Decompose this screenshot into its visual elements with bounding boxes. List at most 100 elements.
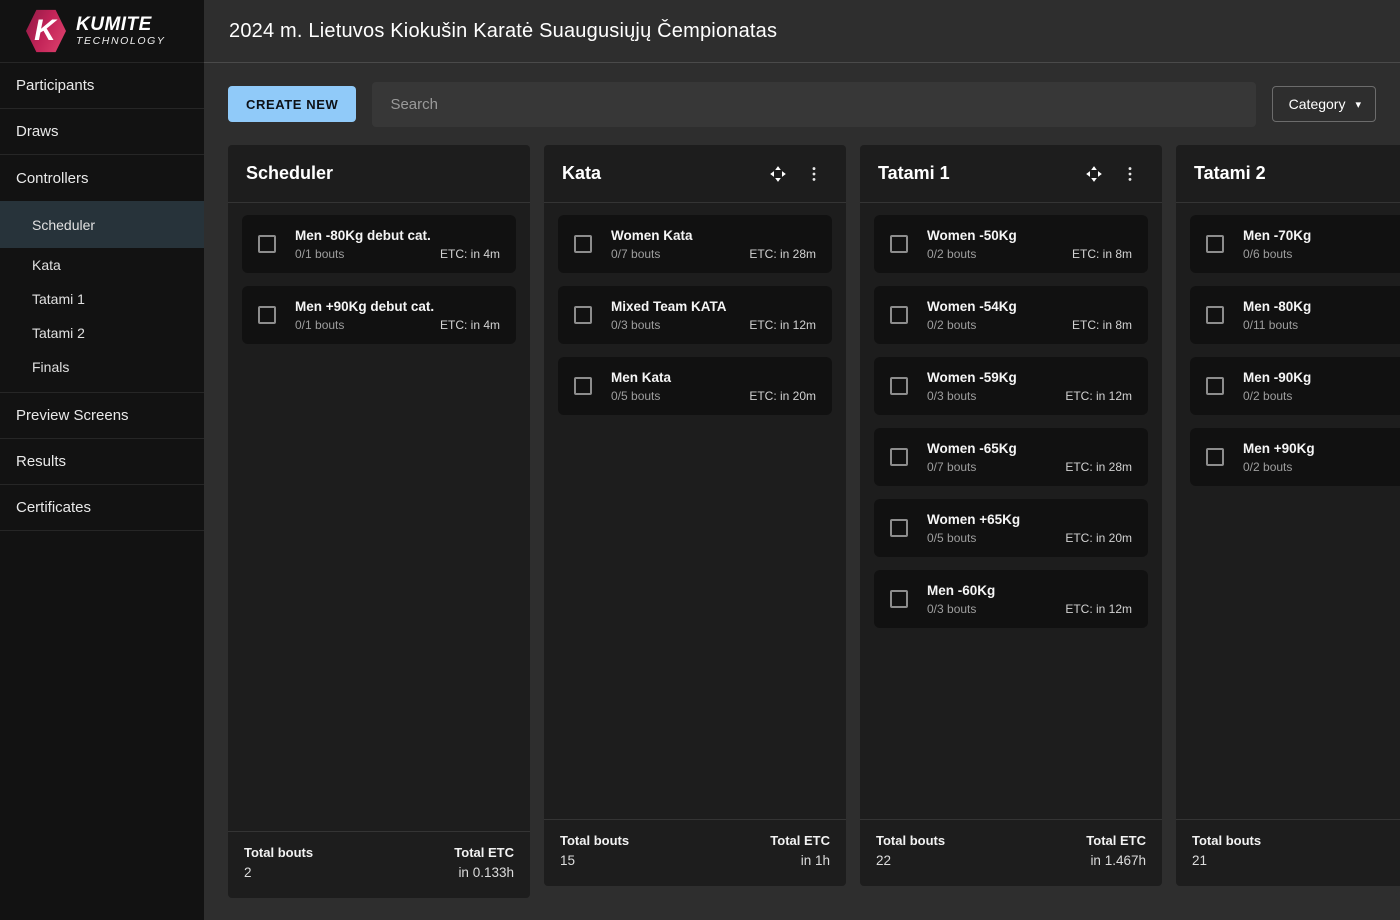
card-checkbox[interactable] — [890, 377, 908, 395]
category-card[interactable]: Women +65Kg 0/5 bouts ETC: in 20m — [874, 499, 1148, 557]
main-area: 2024 m. Lietuvos Kiokušin Karatė Suaugus… — [204, 0, 1400, 920]
column-title: Tatami 1 — [878, 163, 1084, 184]
sidebar-item-certificates[interactable]: Certificates — [0, 485, 204, 531]
category-card[interactable]: Men -80Kg debut cat. 0/1 bouts ETC: in 4… — [242, 215, 516, 273]
category-card[interactable]: Men -80Kg 0/11 bouts — [1190, 286, 1400, 344]
brand-logo-letter: K — [34, 16, 56, 46]
controllers-submenu: Scheduler Kata Tatami 1 Tatami 2 Finals — [0, 201, 204, 393]
card-checkbox[interactable] — [574, 235, 592, 253]
total-bouts-value: 15 — [560, 853, 629, 868]
sidebar-item-results[interactable]: Results — [0, 439, 204, 485]
sidebar-item-tatami-2[interactable]: Tatami 2 — [0, 316, 204, 350]
card-bouts: 0/2 bouts — [927, 318, 976, 332]
total-etc-label: Total ETC — [454, 845, 514, 860]
search-input[interactable] — [372, 82, 1255, 127]
card-bouts: 0/11 bouts — [1243, 318, 1298, 332]
total-bouts-label: Total bouts — [876, 833, 945, 848]
card-title: Women -54Kg — [927, 299, 1132, 314]
card-bouts: 0/2 bouts — [1243, 389, 1292, 403]
category-card[interactable]: Men -60Kg 0/3 bouts ETC: in 12m — [874, 570, 1148, 628]
card-bouts: 0/3 bouts — [611, 318, 660, 332]
create-new-button[interactable]: CREATE NEW — [228, 86, 356, 122]
total-bouts-label: Total bouts — [244, 845, 313, 860]
card-checkbox[interactable] — [1206, 306, 1224, 324]
page-header: 2024 m. Lietuvos Kiokušin Karatė Suaugus… — [204, 0, 1400, 63]
card-etc: ETC: in 12m — [1065, 389, 1132, 403]
sidebar-item-finals[interactable]: Finals — [0, 350, 204, 384]
move-column-icon[interactable] — [768, 164, 788, 184]
card-etc: ETC: in 4m — [440, 247, 500, 261]
category-card[interactable]: Women -65Kg 0/7 bouts ETC: in 28m — [874, 428, 1148, 486]
column-header: Tatami 2 — [1176, 145, 1400, 203]
category-card[interactable]: Mixed Team KATA 0/3 bouts ETC: in 12m — [558, 286, 832, 344]
card-checkbox[interactable] — [1206, 235, 1224, 253]
total-bouts-label: Total bouts — [560, 833, 629, 848]
total-etc-label: Total ETC — [1086, 833, 1146, 848]
card-checkbox[interactable] — [890, 590, 908, 608]
card-checkbox[interactable] — [258, 235, 276, 253]
category-card[interactable]: Men -70Kg 0/6 bouts — [1190, 215, 1400, 273]
column-footer: Total bouts 15 Total ETC in 1h — [544, 819, 846, 886]
move-column-icon[interactable] — [1084, 164, 1104, 184]
column-title: Scheduler — [246, 163, 508, 184]
card-checkbox[interactable] — [1206, 448, 1224, 466]
board-column: Tatami 1 — [860, 145, 1162, 886]
category-card[interactable]: Men +90Kg 0/2 bouts — [1190, 428, 1400, 486]
column-header: Tatami 1 — [860, 145, 1162, 203]
card-checkbox[interactable] — [890, 235, 908, 253]
kebab-menu-icon[interactable] — [1120, 164, 1140, 184]
card-bouts: 0/5 bouts — [611, 389, 660, 403]
category-card[interactable]: Women -59Kg 0/3 bouts ETC: in 12m — [874, 357, 1148, 415]
card-checkbox[interactable] — [258, 306, 276, 324]
card-etc: ETC: in 8m — [1072, 247, 1132, 261]
card-title: Women Kata — [611, 228, 816, 243]
card-checkbox[interactable] — [574, 306, 592, 324]
kebab-menu-icon[interactable] — [804, 164, 824, 184]
category-filter-button[interactable]: Category ▾ — [1272, 86, 1376, 122]
column-title: Tatami 2 — [1194, 163, 1400, 184]
sidebar-item-scheduler[interactable]: Scheduler — [0, 201, 204, 248]
total-bouts-value: 2 — [244, 865, 313, 880]
category-card[interactable]: Women Kata 0/7 bouts ETC: in 28m — [558, 215, 832, 273]
sidebar-item-participants[interactable]: Participants — [0, 63, 204, 109]
card-etc: ETC: in 12m — [749, 318, 816, 332]
card-title: Women -59Kg — [927, 370, 1132, 385]
toolbar: CREATE NEW Category ▾ — [228, 81, 1376, 127]
sidebar-item-kata[interactable]: Kata — [0, 248, 204, 282]
total-bouts-value: 21 — [1192, 853, 1261, 868]
card-bouts: 0/2 bouts — [927, 247, 976, 261]
category-card[interactable]: Men +90Kg debut cat. 0/1 bouts ETC: in 4… — [242, 286, 516, 344]
category-card[interactable]: Women -50Kg 0/2 bouts ETC: in 8m — [874, 215, 1148, 273]
sidebar-item-controllers[interactable]: Controllers — [0, 155, 204, 201]
column-cards: Women Kata 0/7 bouts ETC: in 28m Mixed T… — [544, 203, 846, 819]
sidebar-item-tatami-1[interactable]: Tatami 1 — [0, 282, 204, 316]
total-etc-value: in 1.467h — [1086, 853, 1146, 868]
category-card[interactable]: Women -54Kg 0/2 bouts ETC: in 8m — [874, 286, 1148, 344]
card-title: Women +65Kg — [927, 512, 1132, 527]
brand-name: KUMITE — [76, 15, 166, 35]
category-card[interactable]: Men -90Kg 0/2 bouts — [1190, 357, 1400, 415]
total-etc-value: in 1h — [770, 853, 830, 868]
column-header: Kata — [544, 145, 846, 203]
total-bouts-label: Total bouts — [1192, 833, 1261, 848]
card-checkbox[interactable] — [574, 377, 592, 395]
sidebar-item-preview-screens[interactable]: Preview Screens — [0, 393, 204, 439]
card-checkbox[interactable] — [890, 448, 908, 466]
board-column: Scheduler — [228, 145, 530, 898]
card-etc: ETC: in 28m — [1065, 460, 1132, 474]
card-checkbox[interactable] — [890, 519, 908, 537]
card-etc: ETC: in 20m — [1065, 531, 1132, 545]
card-bouts: 0/3 bouts — [927, 602, 976, 616]
card-checkbox[interactable] — [1206, 377, 1224, 395]
card-checkbox[interactable] — [890, 306, 908, 324]
total-bouts-value: 22 — [876, 853, 945, 868]
column-title: Kata — [562, 163, 768, 184]
card-bouts: 0/5 bouts — [927, 531, 976, 545]
column-footer: Total bouts 2 Total ETC in 0.133h — [228, 831, 530, 898]
card-title: Men -80Kg debut cat. — [295, 228, 500, 243]
sidebar-item-draws[interactable]: Draws — [0, 109, 204, 155]
category-card[interactable]: Men Kata 0/5 bouts ETC: in 20m — [558, 357, 832, 415]
brand-logo: K KUMITE TECHNOLOGY — [0, 0, 204, 63]
card-bouts: 0/6 bouts — [1243, 247, 1292, 261]
column-cards: Men -80Kg debut cat. 0/1 bouts ETC: in 4… — [228, 203, 530, 831]
